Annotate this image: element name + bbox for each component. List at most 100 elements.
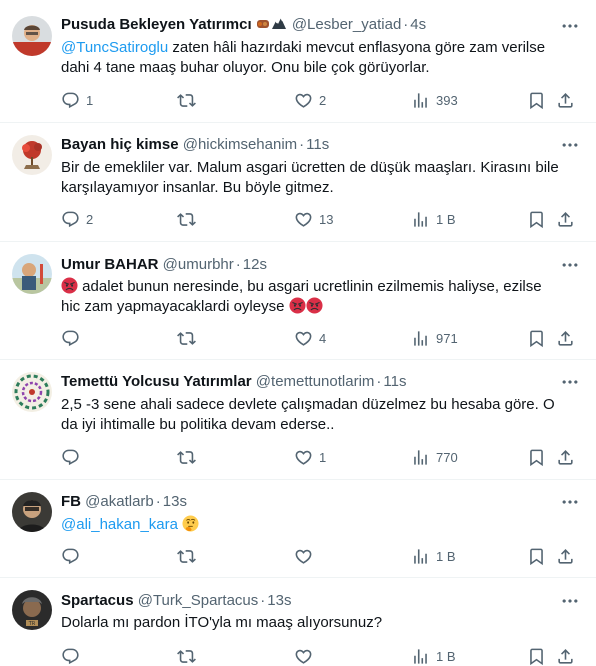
avatar[interactable] — [12, 254, 52, 294]
author-handle[interactable]: @Lesber_yatiad — [292, 16, 401, 33]
tweet-actions: 1 770 — [61, 447, 580, 467]
share-icon — [556, 91, 575, 110]
share-icon — [556, 448, 575, 467]
tweet[interactable]: Pusuda Bekleyen Yatırımcı @Lesber_yatiad… — [0, 0, 596, 123]
reply-button[interactable] — [61, 546, 86, 566]
bookmark-button[interactable] — [527, 546, 546, 566]
share-button[interactable] — [556, 646, 575, 666]
author-name[interactable]: Pusuda Bekleyen Yatırımcı — [61, 16, 252, 33]
bookmark-button[interactable] — [527, 447, 546, 467]
author-handle[interactable]: @akatlarb — [85, 493, 154, 510]
tweet-time[interactable]: 4s — [410, 16, 426, 33]
retweet-button[interactable] — [177, 328, 202, 348]
bookmark-button[interactable] — [527, 328, 546, 348]
separator-dot: · — [155, 493, 161, 510]
tweet-actions: 1 B — [61, 546, 580, 566]
tweet[interactable]: Umur BAHAR @umurbhr · 12s adalet bunun ner… — [0, 242, 596, 360]
like-button[interactable]: 1 — [294, 447, 326, 467]
views-icon — [411, 547, 430, 566]
reply-button[interactable] — [61, 646, 86, 666]
bookmark-icon — [527, 547, 546, 566]
bookmark-icon — [527, 647, 546, 666]
reply-button[interactable] — [61, 447, 86, 467]
like-button[interactable]: 2 — [294, 90, 326, 110]
tweet-time[interactable]: 13s — [163, 493, 187, 510]
tweet[interactable]: TR Spartacus @Turk_Spartacus · 13s Dolarla… — [0, 578, 596, 666]
share-icon — [556, 329, 575, 348]
tweet-time[interactable]: 11s — [383, 373, 406, 390]
avatar[interactable] — [12, 492, 52, 532]
more-icon[interactable] — [560, 16, 580, 36]
avatar[interactable] — [12, 16, 52, 56]
bookmark-button[interactable] — [527, 90, 546, 110]
retweet-button[interactable] — [177, 447, 202, 467]
retweet-button[interactable] — [177, 90, 202, 110]
retweet-button[interactable] — [177, 209, 202, 229]
author-name[interactable]: Temettü Yolcusu Yatırımlar — [61, 373, 252, 390]
share-button[interactable] — [556, 209, 575, 229]
views-button[interactable]: 1 B — [411, 646, 456, 666]
avatar[interactable]: TR — [12, 590, 52, 630]
tweet-text: @TuncSatiroglu zaten hâli hazırdaki mevc… — [61, 39, 546, 76]
retweet-button[interactable] — [177, 646, 202, 666]
share-button[interactable] — [556, 90, 575, 110]
avatar[interactable] — [12, 135, 52, 175]
like-button[interactable]: 4 — [294, 328, 326, 348]
views-button[interactable]: 770 — [411, 447, 458, 467]
like-button[interactable] — [294, 546, 319, 566]
separator-dot: · — [260, 592, 266, 609]
mention-link[interactable]: @ali_hakan_kara — [61, 516, 178, 533]
thinking-face-icon — [182, 515, 199, 532]
separator-dot: · — [299, 136, 305, 153]
reply-button[interactable]: 2 — [61, 209, 93, 229]
angry-face-icon — [289, 297, 306, 314]
bookmark-button[interactable] — [527, 209, 546, 229]
reply-button[interactable] — [61, 328, 86, 348]
more-icon[interactable] — [560, 255, 580, 275]
tweet[interactable]: Temettü Yolcusu Yatırımlar @temettunotla… — [0, 360, 596, 480]
like-button[interactable] — [294, 646, 319, 666]
author-handle[interactable]: @hickimsehanim — [183, 136, 297, 153]
author-name[interactable]: Spartacus — [61, 592, 134, 609]
views-button[interactable]: 1 B — [411, 209, 456, 229]
tweet-text: adalet bunun neresinde, bu asgari ucretl… — [61, 277, 542, 315]
views-button[interactable]: 1 B — [411, 546, 456, 566]
more-icon[interactable] — [560, 372, 580, 392]
more-icon[interactable] — [560, 135, 580, 155]
views-button[interactable]: 393 — [411, 90, 458, 110]
like-icon — [294, 210, 313, 229]
bookmark-icon — [527, 91, 546, 110]
reply-button[interactable]: 1 — [61, 90, 93, 110]
share-button[interactable] — [556, 447, 575, 467]
tweet-actions: 1 B — [61, 646, 580, 666]
author-name[interactable]: Umur BAHAR — [61, 256, 159, 273]
tweet-time[interactable]: 13s — [267, 592, 291, 609]
retweet-button[interactable] — [177, 546, 202, 566]
author-handle[interactable]: @Turk_Spartacus — [138, 592, 259, 609]
svg-text:TR: TR — [28, 621, 36, 627]
author-handle[interactable]: @umurbhr — [163, 256, 234, 273]
retweet-icon — [177, 329, 196, 348]
timeline-feed: Pusuda Bekleyen Yatırımcı @Lesber_yatiad… — [0, 0, 596, 666]
author-handle[interactable]: @temettunotlarim — [256, 373, 375, 390]
tweet[interactable]: FB @akatlarb · 13s @ali_hakan_kara 1 B — [0, 480, 596, 578]
bookmark-button[interactable] — [527, 646, 546, 666]
mention-link[interactable]: @TuncSatiroglu — [61, 39, 168, 56]
more-icon[interactable] — [560, 591, 580, 611]
share-button[interactable] — [556, 328, 575, 348]
retweet-icon — [177, 647, 196, 666]
views-button[interactable]: 971 — [411, 328, 458, 348]
tweet-time[interactable]: 11s — [306, 136, 329, 153]
like-button[interactable]: 13 — [294, 209, 333, 229]
author-name[interactable]: FB — [61, 493, 81, 510]
tweet[interactable]: Bayan hiç kimse @hickimsehanim · 11s Bir d… — [0, 123, 596, 242]
avatar[interactable] — [12, 372, 52, 412]
tweet-time[interactable]: 12s — [243, 256, 267, 273]
author-name[interactable]: Bayan hiç kimse — [61, 136, 179, 153]
bookmark-icon — [527, 210, 546, 229]
share-button[interactable] — [556, 546, 575, 566]
angry-face-icon — [61, 277, 78, 294]
reply-icon — [61, 329, 80, 348]
food-emoji-icon — [256, 16, 288, 35]
more-icon[interactable] — [560, 492, 580, 512]
